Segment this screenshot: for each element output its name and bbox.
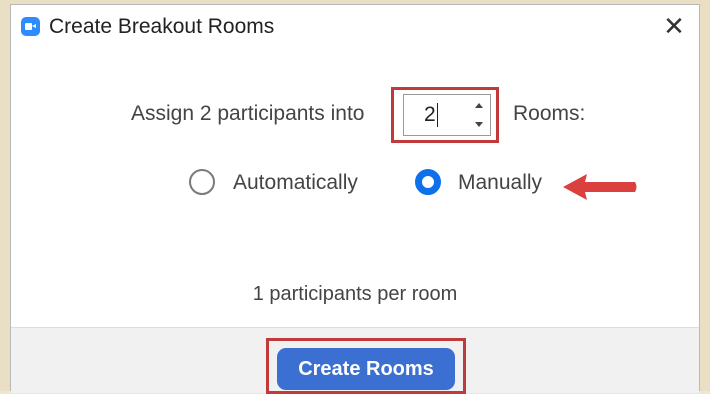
annotation-arrow-icon	[563, 174, 637, 200]
room-count-value[interactable]: 2	[424, 103, 438, 127]
assign-participants-row: Assign 2 participants into 2 Rooms:	[11, 87, 699, 147]
participants-per-room-text: 1 participants per room	[252, 283, 458, 305]
screenshot-frame: Create Breakout Rooms ✕ Assign 2 partici…	[0, 0, 710, 394]
dialog-title: Create Breakout Rooms	[49, 15, 275, 38]
automatically-radio[interactable]	[189, 169, 215, 195]
automatically-radio-label[interactable]: Automatically	[233, 171, 358, 195]
manually-radio[interactable]	[415, 169, 441, 195]
create-rooms-button[interactable]: Create Rooms	[277, 348, 455, 390]
stepper-arrows	[474, 101, 484, 129]
stepper-up-icon[interactable]	[475, 103, 483, 108]
manually-radio-label[interactable]: Manually	[458, 171, 542, 195]
dialog-footer: Create Rooms	[11, 327, 699, 394]
create-breakout-rooms-dialog: Create Breakout Rooms ✕ Assign 2 partici…	[10, 4, 700, 394]
stepper-down-icon[interactable]	[475, 122, 483, 127]
zoom-camera-icon	[21, 17, 40, 36]
rooms-suffix-label: Rooms:	[513, 102, 586, 125]
close-icon[interactable]: ✕	[661, 13, 687, 39]
title-bar: Create Breakout Rooms ✕	[11, 5, 699, 47]
assign-prefix-label: Assign 2 participants into	[131, 102, 365, 125]
room-count-stepper[interactable]: 2	[403, 94, 491, 136]
